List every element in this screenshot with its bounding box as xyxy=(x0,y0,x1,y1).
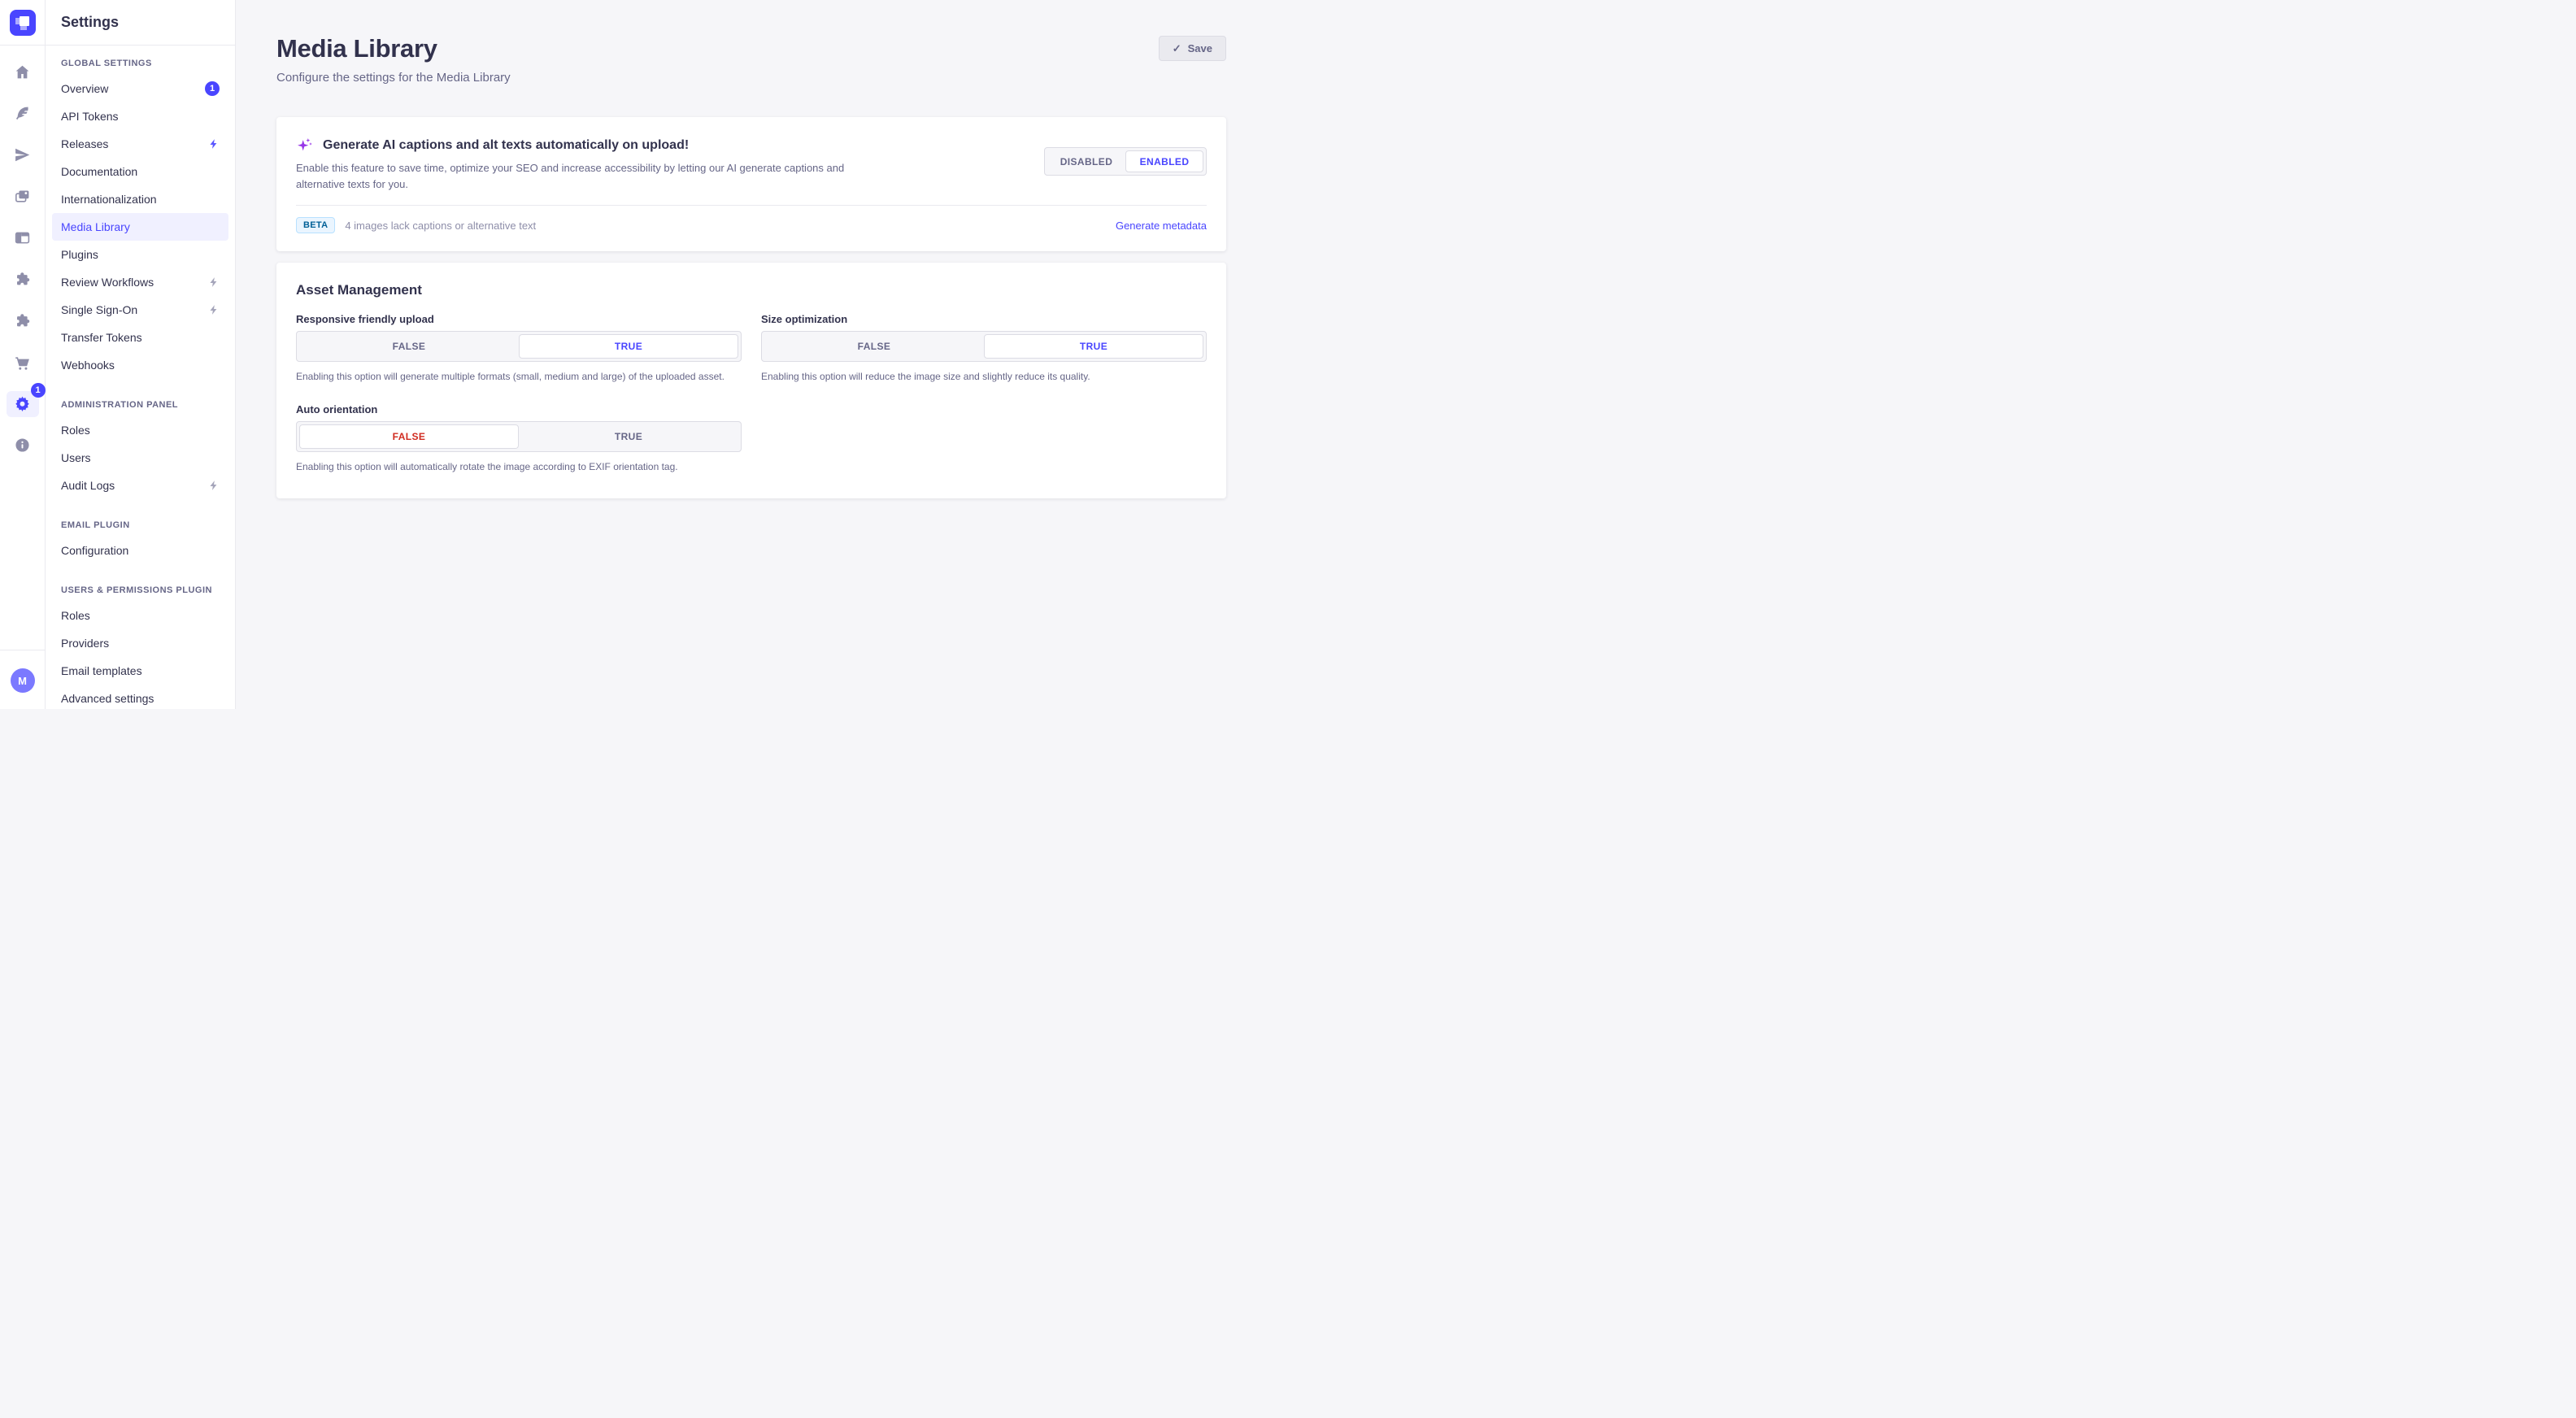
toggle-option-disabled[interactable]: DISABLED xyxy=(1047,150,1125,172)
main-content: Media Library Configure the settings for… xyxy=(236,0,1288,709)
notification-badge: 1 xyxy=(205,81,220,96)
rail-item-marketplace[interactable] xyxy=(0,341,46,383)
icon-rail: 1 M xyxy=(0,0,46,709)
section-label: USERS & PERMISSIONS PLUGIN xyxy=(52,585,228,595)
toggle-option-true[interactable]: TRUE xyxy=(984,334,1203,359)
sidebar-section-email-plugin: EMAIL PLUGIN Configuration xyxy=(52,520,228,564)
sidebar-item-review-workflows[interactable]: Review Workflows xyxy=(52,268,228,296)
save-button[interactable]: ✓ Save xyxy=(1159,36,1226,61)
strapi-logo-icon xyxy=(10,10,36,36)
paper-plane-icon xyxy=(14,146,31,163)
cart-icon xyxy=(14,354,31,371)
section-label: GLOBAL SETTINGS xyxy=(52,59,228,68)
sidebar-item-providers[interactable]: Providers xyxy=(52,629,228,657)
rail-item-settings[interactable]: 1 xyxy=(0,383,46,424)
banner-title: Generate AI captions and alt texts autom… xyxy=(323,138,689,153)
responsive-upload-toggle: FALSE TRUE xyxy=(296,331,742,362)
lightning-icon xyxy=(208,138,220,150)
rail-item-media-library[interactable] xyxy=(0,176,46,217)
caption-status-text: 4 images lack captions or alternative te… xyxy=(345,220,536,232)
lightning-icon xyxy=(208,304,220,315)
sidebar-item-audit-logs[interactable]: Audit Logs xyxy=(52,472,228,499)
toggle-option-true[interactable]: TRUE xyxy=(519,424,738,449)
field-description: Enabling this option will generate multi… xyxy=(296,369,735,384)
page-title: Media Library xyxy=(276,34,511,63)
rail-item-plugin-1[interactable] xyxy=(0,259,46,300)
sidebar-section-global-settings: GLOBAL SETTINGS Overview 1 API Tokens Re… xyxy=(52,59,228,379)
sidebar-title: Settings xyxy=(61,14,119,31)
field-label: Auto orientation xyxy=(296,403,742,415)
rail-item-help[interactable] xyxy=(0,424,46,466)
puzzle-icon xyxy=(14,312,31,329)
user-avatar[interactable]: M xyxy=(11,668,35,693)
sidebar-item-transfer-tokens[interactable]: Transfer Tokens xyxy=(52,324,228,351)
field-label: Responsive friendly upload xyxy=(296,313,742,325)
settings-badge: 1 xyxy=(31,383,46,398)
settings-sidebar: Settings GLOBAL SETTINGS Overview 1 API … xyxy=(46,0,236,709)
banner-description: Enable this feature to save time, optimi… xyxy=(296,160,894,193)
section-label: ADMINISTRATION PANEL xyxy=(52,400,228,410)
sidebar-item-up-roles[interactable]: Roles xyxy=(52,602,228,629)
field-description: Enabling this option will automatically … xyxy=(296,459,735,474)
settings-active-pill: 1 xyxy=(7,391,39,417)
generate-metadata-link[interactable]: Generate metadata xyxy=(1116,220,1207,232)
toggle-option-false[interactable]: FALSE xyxy=(764,334,984,359)
field-description: Enabling this option will reduce the ima… xyxy=(761,369,1200,384)
toggle-option-false[interactable]: FALSE xyxy=(299,334,519,359)
sidebar-header: Settings xyxy=(46,0,235,46)
sidebar-item-overview[interactable]: Overview 1 xyxy=(52,75,228,102)
save-button-label: Save xyxy=(1188,42,1212,54)
sidebar-item-releases[interactable]: Releases xyxy=(52,130,228,158)
check-icon: ✓ xyxy=(1173,42,1181,55)
toggle-option-true[interactable]: TRUE xyxy=(519,334,738,359)
field-responsive-friendly-upload: Responsive friendly upload FALSE TRUE En… xyxy=(296,313,742,384)
feather-icon xyxy=(14,105,31,122)
sidebar-item-users[interactable]: Users xyxy=(52,444,228,472)
field-size-optimization: Size optimization FALSE TRUE Enabling th… xyxy=(761,313,1207,384)
auto-orientation-toggle: FALSE TRUE xyxy=(296,421,742,452)
rail-item-releases[interactable] xyxy=(0,134,46,176)
beta-badge: BETA xyxy=(296,217,335,233)
sidebar-section-users-permissions-plugin: USERS & PERMISSIONS PLUGIN Roles Provide… xyxy=(52,585,228,709)
asset-management-title: Asset Management xyxy=(296,282,1207,298)
sidebar-item-webhooks[interactable]: Webhooks xyxy=(52,351,228,379)
field-label: Size optimization xyxy=(761,313,1207,325)
sidebar-item-single-sign-on[interactable]: Single Sign-On xyxy=(52,296,228,324)
asset-management-card: Asset Management Responsive friendly upl… xyxy=(276,263,1226,498)
sidebar-item-internationalization[interactable]: Internationalization xyxy=(52,185,228,213)
section-label: EMAIL PLUGIN xyxy=(52,520,228,530)
home-icon xyxy=(14,63,31,80)
rail-item-content-type-builder[interactable] xyxy=(0,217,46,259)
sparkle-icon xyxy=(296,137,314,154)
field-auto-orientation: Auto orientation FALSE TRUE Enabling thi… xyxy=(296,403,742,474)
rail-item-plugin-2[interactable] xyxy=(0,300,46,341)
lightning-icon xyxy=(208,276,220,288)
sidebar-item-media-library[interactable]: Media Library xyxy=(52,213,228,241)
rail-item-content-manager[interactable] xyxy=(0,93,46,134)
sidebar-item-email-templates[interactable]: Email templates xyxy=(52,657,228,685)
sidebar-item-advanced-settings[interactable]: Advanced settings xyxy=(52,685,228,709)
ai-caption-toggle: DISABLED ENABLED xyxy=(1044,147,1207,176)
sidebar-item-admin-roles[interactable]: Roles xyxy=(52,416,228,444)
rail-item-home[interactable] xyxy=(0,51,46,93)
sidebar-section-administration-panel: ADMINISTRATION PANEL Roles Users Audit L… xyxy=(52,400,228,499)
sidebar-item-email-configuration[interactable]: Configuration xyxy=(52,537,228,564)
sidebar-item-documentation[interactable]: Documentation xyxy=(52,158,228,185)
sidebar-item-api-tokens[interactable]: API Tokens xyxy=(52,102,228,130)
layout-icon xyxy=(14,229,31,246)
lightning-icon xyxy=(208,480,220,491)
size-optimization-toggle: FALSE TRUE xyxy=(761,331,1207,362)
toggle-option-enabled[interactable]: ENABLED xyxy=(1125,150,1203,172)
page-subtitle: Configure the settings for the Media Lib… xyxy=(276,71,511,85)
media-icon xyxy=(14,188,31,205)
toggle-option-false[interactable]: FALSE xyxy=(299,424,519,449)
puzzle-icon xyxy=(14,271,31,288)
ai-captions-card: Generate AI captions and alt texts autom… xyxy=(276,117,1226,251)
app-logo[interactable] xyxy=(0,0,45,46)
sidebar-item-plugins[interactable]: Plugins xyxy=(52,241,228,268)
gear-icon xyxy=(14,395,31,412)
info-icon xyxy=(14,437,31,454)
